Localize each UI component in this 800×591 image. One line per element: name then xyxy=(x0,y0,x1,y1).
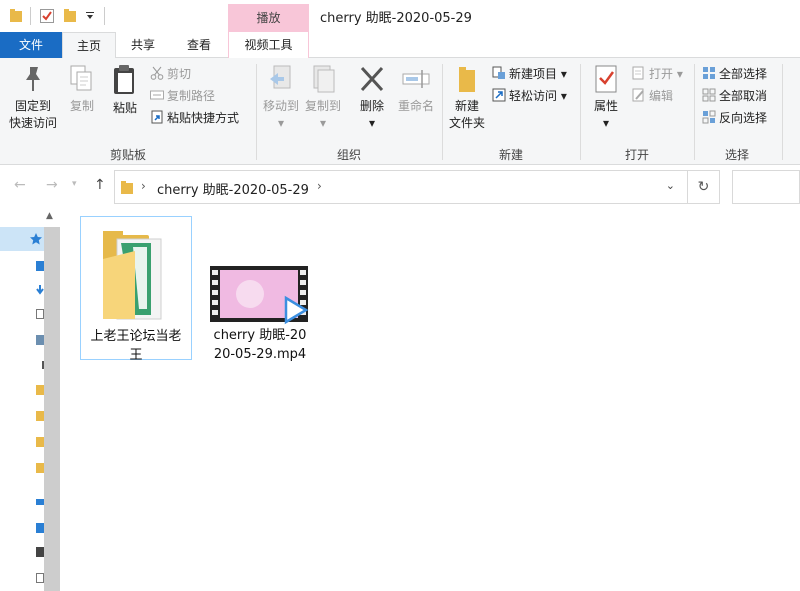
file-name: 上老王论坛当老王 xyxy=(90,329,182,363)
window-title: cherry 助眠-2020-05-29 xyxy=(320,11,472,26)
new-folder-button[interactable]: 新建 文件夹 xyxy=(446,64,488,132)
new-folder-icon xyxy=(459,67,475,92)
open-group-label: 打开 xyxy=(624,148,649,162)
tab-file[interactable]: 文件 xyxy=(0,32,62,58)
paste-button[interactable]: 粘贴 xyxy=(106,64,144,117)
select-all-icon xyxy=(703,67,715,79)
folder-icon[interactable] xyxy=(36,385,44,395)
video-icon[interactable] xyxy=(36,547,44,557)
select-none-button[interactable]: 全部取消 xyxy=(702,86,767,106)
folder-icon[interactable] xyxy=(36,437,44,447)
move-to-icon xyxy=(270,65,291,89)
file-item-video[interactable]: cherry 助眠-2020-05-29.mp4 xyxy=(204,216,316,362)
copy-path-icon xyxy=(150,90,164,100)
scroll-up-icon[interactable]: ▲ xyxy=(46,211,53,221)
ribbon: 固定到 快速访问 复制 粘贴 剪切 复制路径 粘贴快捷方式 剪贴板 移动到 ▾ 复… xyxy=(0,58,800,165)
copy-to-button[interactable]: 复制到 ▾ xyxy=(302,64,344,132)
chevron-down-icon[interactable] xyxy=(86,12,94,20)
copy-icon xyxy=(70,65,92,91)
video-file-icon xyxy=(210,266,309,325)
breadcrumb-current[interactable]: cherry 助眠-2020-05-29 xyxy=(157,179,309,198)
select-all-button[interactable]: 全部选择 xyxy=(702,64,767,84)
breadcrumb-chevron-icon[interactable]: › xyxy=(317,179,322,193)
new-item-icon xyxy=(492,66,505,79)
properties-button[interactable]: 属性 ▾ xyxy=(586,64,626,132)
rename-button[interactable]: 重命名 xyxy=(394,64,438,115)
navigation-pane: ▲ xyxy=(0,209,62,591)
desktop-icon[interactable] xyxy=(36,261,44,271)
title-bar: 播放 cherry 助眠-2020-05-29 xyxy=(0,0,800,32)
up-arrow-icon[interactable]: ↑ xyxy=(94,177,106,193)
delete-x-icon xyxy=(360,66,384,92)
file-item-folder[interactable]: 上老王论坛当老王 xyxy=(80,216,192,363)
recent-chevron-icon[interactable]: ▾ xyxy=(72,179,77,189)
open-button[interactable]: 打开 ▾ xyxy=(632,64,683,84)
contextual-tab-play: 播放 xyxy=(228,4,309,32)
folder-icon xyxy=(103,231,162,320)
easy-access-icon xyxy=(492,88,506,102)
file-list: 上老王论坛当老王 cherry 助眠-2020-05-29.mp4 xyxy=(62,209,800,591)
properties-check-icon xyxy=(595,65,617,93)
select-none-icon xyxy=(702,88,716,102)
document-icon[interactable] xyxy=(36,309,44,319)
cut-button[interactable]: 剪切 xyxy=(150,64,191,84)
scissors-icon xyxy=(150,66,164,80)
clipboard-group-label: 剪贴板 xyxy=(109,148,146,162)
breadcrumb-chevron-icon[interactable]: › xyxy=(141,179,146,193)
new-item-button[interactable]: 新建项目 ▾ xyxy=(492,64,567,84)
pin-quick-access-button[interactable]: 固定到 快速访问 xyxy=(4,64,62,132)
folder-icon[interactable] xyxy=(10,9,22,22)
paste-shortcut-button[interactable]: 粘贴快捷方式 xyxy=(150,108,239,128)
group-divider xyxy=(782,64,783,160)
new-group-label: 新建 xyxy=(498,148,523,162)
edit-button[interactable]: 编辑 xyxy=(632,86,673,106)
copy-path-button[interactable]: 复制路径 xyxy=(150,86,215,106)
paste-shortcut-icon xyxy=(151,110,163,124)
ribbon-tabs: 文件 主页 共享 查看 视频工具 xyxy=(0,32,800,59)
folder-icon[interactable] xyxy=(36,463,44,473)
edit-pencil-icon xyxy=(632,88,644,102)
select-group-label: 选择 xyxy=(724,148,749,162)
tab-home[interactable]: 主页 xyxy=(62,32,116,59)
folder-icon xyxy=(121,181,133,194)
address-dropdown-icon[interactable]: ⌄ xyxy=(666,179,675,192)
document-icon[interactable] xyxy=(36,573,44,583)
organize-group-label: 组织 xyxy=(336,148,361,162)
copy-to-icon xyxy=(313,65,335,93)
folder-icon[interactable] xyxy=(36,411,44,421)
paste-icon xyxy=(114,65,134,94)
search-input[interactable] xyxy=(732,170,800,204)
move-to-button[interactable]: 移动到 ▾ xyxy=(260,64,302,132)
pictures-icon[interactable] xyxy=(36,335,44,345)
star-icon xyxy=(30,233,42,245)
pin-icon xyxy=(26,67,40,91)
tab-video-tools[interactable]: 视频工具 xyxy=(228,32,309,58)
back-arrow-icon[interactable]: ← xyxy=(14,177,26,193)
properties-icon[interactable] xyxy=(40,9,54,23)
refresh-icon: ↻ xyxy=(697,179,710,195)
tab-share[interactable]: 共享 xyxy=(116,32,170,58)
open-icon xyxy=(632,66,644,80)
nav-scrollbar[interactable] xyxy=(44,227,60,591)
invert-selection-icon xyxy=(702,110,716,124)
desktop-icon[interactable] xyxy=(36,523,44,533)
refresh-button[interactable]: ↻ xyxy=(688,170,720,204)
new-folder-icon[interactable] xyxy=(64,9,76,22)
file-name: cherry 助眠-2020-05-29.mp4 xyxy=(213,328,307,362)
tab-view[interactable]: 查看 xyxy=(170,32,228,58)
download-icon[interactable] xyxy=(36,285,44,295)
address-bar[interactable]: › cherry 助眠-2020-05-29 › ⌄ xyxy=(114,170,688,204)
copy-button[interactable]: 复制 xyxy=(64,64,100,115)
music-icon[interactable] xyxy=(36,361,44,371)
easy-access-button[interactable]: 轻松访问 ▾ xyxy=(492,86,567,106)
this-pc-icon[interactable] xyxy=(36,499,44,509)
rename-icon xyxy=(402,70,430,88)
invert-selection-button[interactable]: 反向选择 xyxy=(702,108,767,128)
forward-arrow-icon[interactable]: → xyxy=(46,177,58,193)
delete-button[interactable]: 删除 ▾ xyxy=(352,64,392,132)
